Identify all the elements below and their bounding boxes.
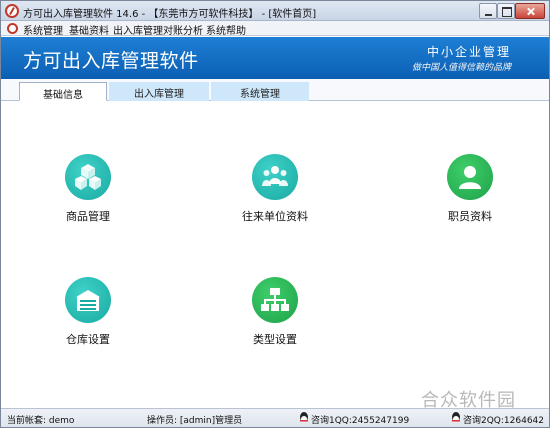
banner-title: 方可出入库管理软件 — [23, 50, 199, 72]
module-goods-label: 商品管理 — [66, 210, 110, 223]
tab-system-manage[interactable]: 系统管理 — [211, 82, 309, 101]
boxes-icon[interactable] — [65, 154, 111, 200]
app-logo-icon[interactable] — [5, 4, 19, 18]
module-warehouse[interactable]: 仓库设置 — [28, 277, 148, 347]
qq-icon — [452, 412, 460, 422]
warehouse-icon[interactable] — [65, 277, 111, 323]
status-operator: 操作员: [admin]管理员 — [147, 416, 243, 426]
module-warehouse-label: 仓库设置 — [66, 333, 110, 346]
title-bar[interactable]: 方可出入库管理软件 14.6 - 【东莞市方可软件科技】 - [软件首页] — [1, 1, 549, 21]
main-window: 方可出入库管理软件 14.6 - 【东莞市方可软件科技】 - [软件首页] 系统… — [0, 0, 550, 428]
module-partners-label: 往来单位资料 — [242, 210, 308, 223]
maximize-button[interactable] — [497, 3, 515, 19]
menu-stock-manage[interactable]: 出入库管理 — [113, 22, 163, 37]
slogan-line-1: 中小企业管理 — [426, 45, 511, 59]
tab-basic-info[interactable]: 基础信息 — [19, 82, 107, 101]
status-qq1[interactable]: 咨询1QQ:2455247199 — [311, 413, 409, 426]
menu-reconcile[interactable]: 对账分析 — [163, 22, 203, 37]
menu-logo-icon[interactable] — [7, 23, 18, 34]
tab-stock-manage[interactable]: 出入库管理 — [109, 82, 209, 101]
header-banner: 方可出入库管理软件 中小企业管理 做中国人值得信赖的品牌 — [1, 37, 549, 79]
qq-icon — [300, 412, 308, 422]
module-staff[interactable]: 职员资料 — [410, 154, 530, 224]
tab-bar: 基础信息 出入库管理 系统管理 — [1, 79, 549, 101]
menu-bar: 系统管理 基础资料 出入库管理 对账分析 系统帮助 — [1, 21, 549, 37]
status-bar: 当前帐套: demo 操作员: [admin]管理员 咨询1QQ:2455247… — [1, 408, 549, 427]
user-icon[interactable] — [447, 154, 493, 200]
menu-system-manage[interactable]: 系统管理 — [23, 22, 63, 37]
module-staff-label: 职员资料 — [448, 210, 492, 223]
status-qq2[interactable]: 咨询2QQ:1264642 — [463, 413, 544, 426]
module-partners[interactable]: 往来单位资料 — [215, 154, 335, 224]
close-button[interactable] — [515, 3, 545, 19]
module-goods[interactable]: 商品管理 — [28, 154, 148, 224]
menu-help[interactable]: 系统帮助 — [206, 22, 246, 37]
slogan-line-2: 做中国人值得信赖的品牌 — [411, 63, 511, 73]
module-types[interactable]: 类型设置 — [215, 277, 335, 347]
menu-basic-data[interactable]: 基础资料 — [69, 22, 109, 37]
people-group-icon[interactable] — [252, 154, 298, 200]
window-title: 方可出入库管理软件 14.6 - 【东莞市方可软件科技】 - [软件首页] — [23, 9, 317, 20]
status-account: 当前帐套: demo — [7, 416, 75, 426]
minimize-button[interactable] — [479, 3, 497, 19]
banner-slogan: 中小企业管理 做中国人值得信赖的品牌 — [399, 43, 511, 75]
module-types-label: 类型设置 — [253, 333, 297, 346]
hierarchy-icon[interactable] — [252, 277, 298, 323]
main-content: 商品管理 往来单位资料 职员资料 仓库设置 类型设置 合众软件园 — [1, 101, 549, 411]
